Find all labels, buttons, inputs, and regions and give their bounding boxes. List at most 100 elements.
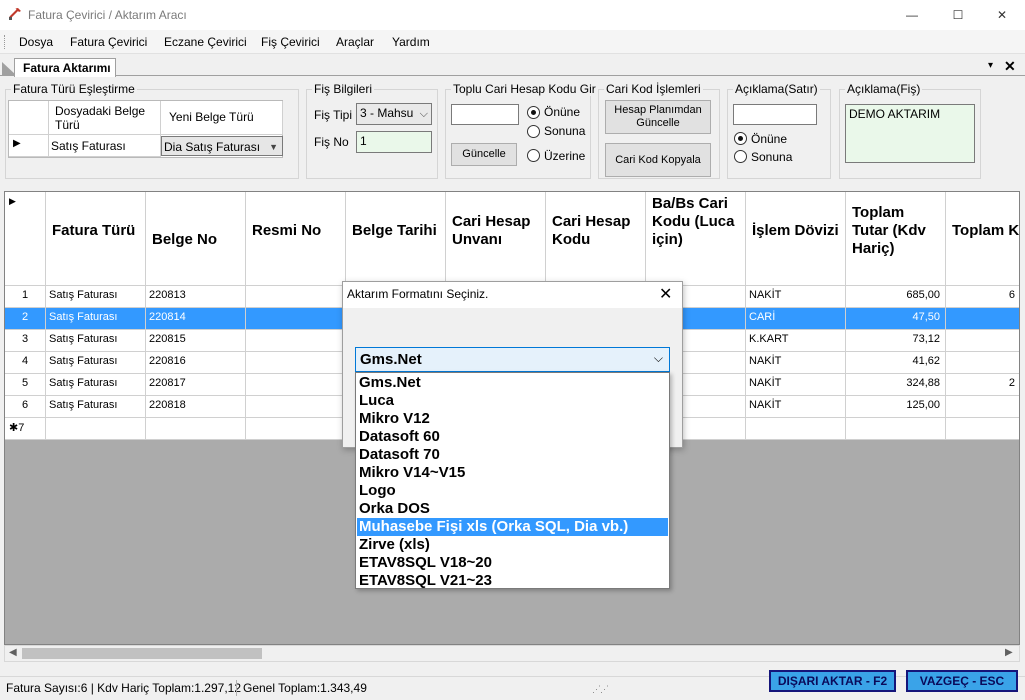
table-cell[interactable]: Satış Faturası — [46, 330, 146, 352]
maximize-button[interactable]: ☐ — [935, 0, 981, 30]
col-header-toplam-kdv[interactable]: Toplam Kdv — [946, 192, 1019, 286]
table-cell[interactable]: 73,12 — [846, 330, 946, 352]
table-cell[interactable] — [946, 308, 1019, 330]
format-option[interactable]: ETAV8SQL V21~23 — [357, 572, 668, 590]
table-cell[interactable]: CARİ — [746, 308, 846, 330]
row-header[interactable]: 4 — [5, 352, 46, 374]
table-cell[interactable]: 324,88 — [846, 374, 946, 396]
format-option[interactable]: Mikro V14~V15 — [357, 464, 668, 482]
format-option[interactable]: Luca — [357, 392, 668, 410]
col-header-cari-hesap-kodu[interactable]: Cari Hesap Kodu — [546, 192, 646, 286]
table-cell[interactable]: 47,50 — [846, 308, 946, 330]
table-cell[interactable]: Satış Faturası — [46, 352, 146, 374]
table-cell[interactable] — [46, 418, 146, 440]
format-option[interactable]: Mikro V12 — [357, 410, 668, 428]
format-option[interactable]: Zirve (xls) — [357, 536, 668, 554]
satir-radio-onune[interactable] — [734, 132, 747, 145]
table-cell[interactable] — [246, 418, 346, 440]
fis-tipi-select[interactable]: 3 - Mahsu ⌵ — [356, 103, 432, 125]
table-cell[interactable]: 685,00 — [846, 286, 946, 308]
tab-fatura-aktarimi[interactable]: Fatura Aktarımı — [14, 58, 116, 77]
table-cell[interactable] — [246, 308, 346, 330]
scroll-right-icon[interactable]: ▶ — [1005, 647, 1013, 658]
menu-eczane-cevirici[interactable]: Eczane Çevirici — [164, 35, 247, 49]
aciklama-fis-textarea[interactable]: DEMO AKTARIM — [845, 104, 975, 163]
table-cell[interactable] — [946, 418, 1019, 440]
menu-fatura-cevirici[interactable]: Fatura Çevirici — [70, 35, 147, 49]
row-header[interactable]: 1 — [5, 286, 46, 308]
export-button[interactable]: DIŞARI AKTAR - F2 — [769, 670, 896, 692]
format-option[interactable]: Datasoft 60 — [357, 428, 668, 446]
row-header[interactable]: 2 — [5, 308, 46, 330]
dialog-close-icon[interactable]: ✕ — [659, 284, 672, 304]
table-cell[interactable] — [846, 418, 946, 440]
horizontal-scrollbar[interactable]: ◀ ▶ — [4, 645, 1020, 662]
table-cell[interactable]: 220817 — [146, 374, 246, 396]
radio-sonuna[interactable] — [527, 125, 540, 138]
col-header-belge-no[interactable]: Belge No — [146, 192, 246, 286]
radio-onune[interactable] — [527, 106, 540, 119]
cari-kod-kopyala-button[interactable]: Cari Kod Kopyala — [605, 143, 711, 177]
format-option[interactable]: ETAV8SQL V18~20 — [357, 554, 668, 572]
table-cell[interactable] — [246, 286, 346, 308]
aciklama-satir-input[interactable] — [733, 104, 817, 125]
menu-araclar[interactable]: Araçlar — [336, 35, 374, 49]
mapping-target-combo[interactable]: Dia Satış Faturası ▼ — [161, 136, 283, 156]
table-cell[interactable] — [746, 418, 846, 440]
close-window-button[interactable]: ✕ — [979, 0, 1025, 30]
col-header-fatura-turu[interactable]: Fatura Türü — [46, 192, 146, 286]
col-header-resmi-no[interactable]: Resmi No — [246, 192, 346, 286]
menu-fis-cevirici[interactable]: Fiş Çevirici — [261, 35, 320, 49]
table-cell[interactable] — [946, 330, 1019, 352]
table-cell[interactable]: Satış Faturası — [46, 308, 146, 330]
table-cell[interactable]: 220814 — [146, 308, 246, 330]
table-cell[interactable]: 2 — [946, 374, 1019, 396]
table-cell[interactable]: 6 — [946, 286, 1019, 308]
col-header-toplam-tutar[interactable]: Toplam Tutar (Kdv Hariç) — [846, 192, 946, 286]
table-cell[interactable] — [246, 352, 346, 374]
new-row-header[interactable]: ✱7 — [5, 418, 46, 440]
table-cell[interactable]: NAKİT — [746, 352, 846, 374]
tab-close-icon[interactable]: ✕ — [1004, 58, 1016, 75]
fis-no-input[interactable]: 1 — [356, 131, 432, 153]
table-cell[interactable] — [246, 330, 346, 352]
tab-dropdown-icon[interactable]: ▾ — [988, 60, 993, 71]
row-header[interactable]: 6 — [5, 396, 46, 418]
col-header-cari-hesap-unvani[interactable]: Cari Hesap Unvanı — [446, 192, 546, 286]
guncelle-button[interactable]: Güncelle — [451, 143, 517, 166]
row-header[interactable]: 5 — [5, 374, 46, 396]
col-header-ba-bs-cari-kodu[interactable]: Ba/Bs Cari Kodu (Luca için) — [646, 192, 746, 286]
col-header-belge-tarihi[interactable]: Belge Tarihi — [346, 192, 446, 286]
minimize-button[interactable]: — — [889, 0, 935, 30]
format-option[interactable]: Gms.Net — [357, 374, 668, 392]
table-cell[interactable]: 220816 — [146, 352, 246, 374]
table-cell[interactable] — [246, 374, 346, 396]
table-cell[interactable]: K.KART — [746, 330, 846, 352]
toplu-cari-input[interactable] — [451, 104, 519, 125]
table-cell[interactable] — [146, 418, 246, 440]
table-cell[interactable]: 220818 — [146, 396, 246, 418]
table-cell[interactable]: 41,62 — [846, 352, 946, 374]
menu-yardim[interactable]: Yardım — [392, 35, 430, 49]
format-option[interactable]: Muhasebe Fişi xls (Orka SQL, Dia vb.) — [357, 518, 668, 536]
radio-uzerine[interactable] — [527, 149, 540, 162]
table-cell[interactable]: Satış Faturası — [46, 396, 146, 418]
table-cell[interactable]: NAKİT — [746, 286, 846, 308]
table-cell[interactable] — [246, 396, 346, 418]
col-header-islem-dovizi[interactable]: İşlem Dövizi — [746, 192, 846, 286]
format-option[interactable]: Logo — [357, 482, 668, 500]
table-cell[interactable]: 125,00 — [846, 396, 946, 418]
format-option[interactable]: Datasoft 70 — [357, 446, 668, 464]
format-option[interactable]: Orka DOS — [357, 500, 668, 518]
table-cell[interactable]: 220815 — [146, 330, 246, 352]
scroll-left-icon[interactable]: ◀ — [9, 647, 17, 658]
hesap-planimdan-guncelle-button[interactable]: Hesap Planımdan Güncelle — [605, 100, 711, 134]
format-select[interactable]: Gms.Net ⌵ — [355, 347, 670, 372]
table-cell[interactable]: NAKİT — [746, 374, 846, 396]
table-cell[interactable]: NAKİT — [746, 396, 846, 418]
table-cell[interactable]: 220813 — [146, 286, 246, 308]
table-cell[interactable]: Satış Faturası — [46, 374, 146, 396]
table-cell[interactable] — [946, 352, 1019, 374]
menu-dosya[interactable]: Dosya — [19, 35, 53, 49]
table-cell[interactable] — [946, 396, 1019, 418]
